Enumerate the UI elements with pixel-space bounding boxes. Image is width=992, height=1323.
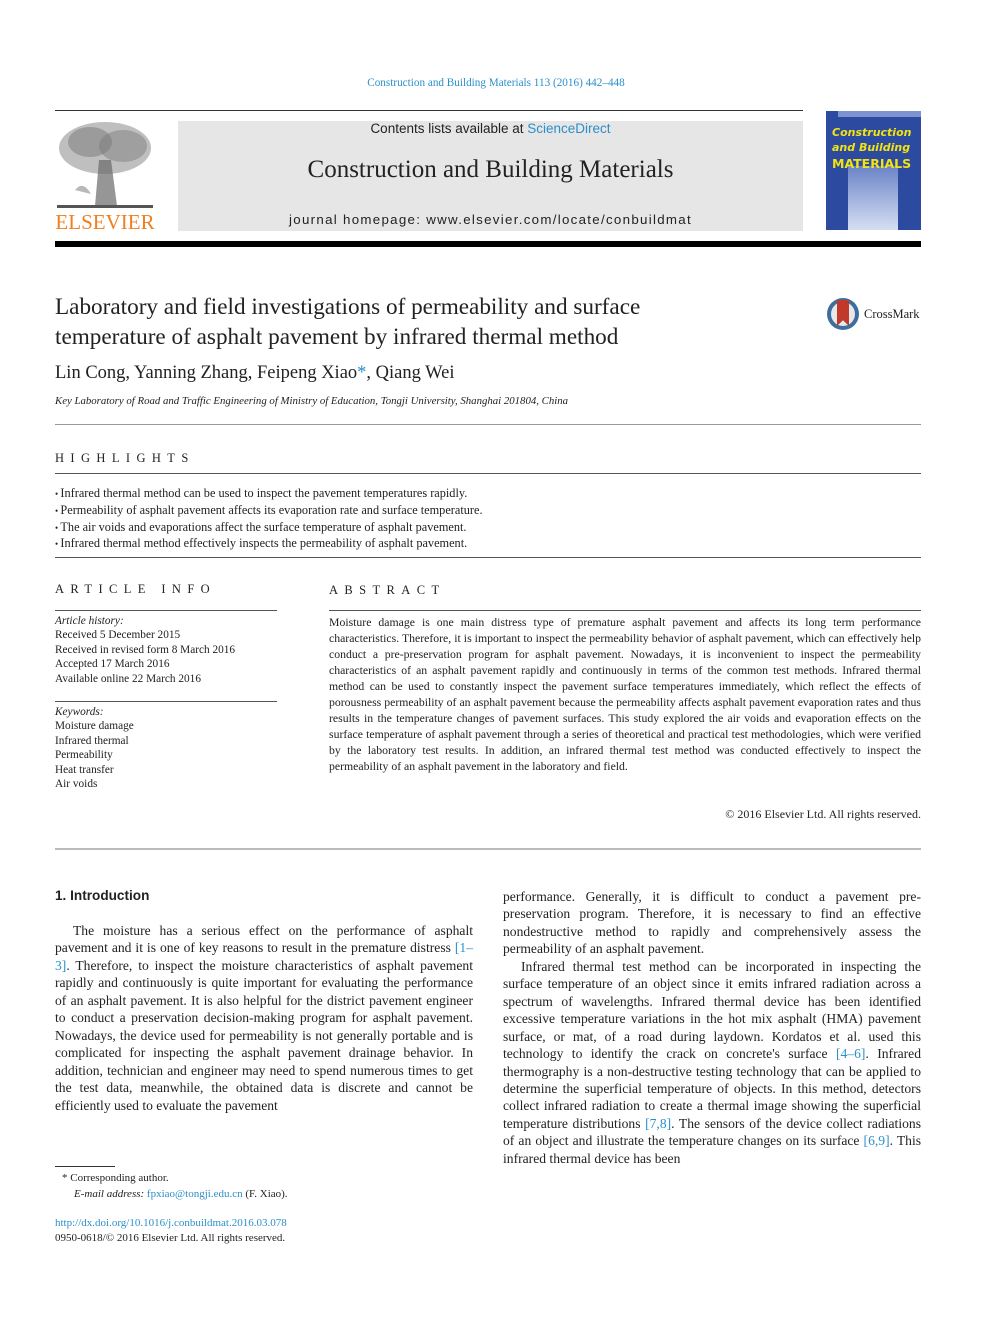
highlights-heading: HIGHLIGHTS bbox=[55, 451, 195, 465]
article-history-label: Article history: bbox=[55, 615, 124, 627]
journal-reference-link[interactable]: Construction and Building Materials 113 … bbox=[0, 77, 992, 89]
history-item: Received in revised form 8 March 2016 bbox=[55, 643, 236, 656]
cover-title-line3: MATERIALS bbox=[832, 156, 912, 171]
divider bbox=[55, 701, 277, 702]
doi-block: http://dx.doi.org/10.1016/j.conbuildmat.… bbox=[55, 1216, 287, 1246]
abstract-copyright: © 2016 Elsevier Ltd. All rights reserved… bbox=[725, 807, 921, 821]
crossmark-icon bbox=[827, 298, 859, 330]
authors-text: Lin Cong, Yanning Zhang, Feipeng Xiao bbox=[55, 363, 358, 383]
journal-homepage[interactable]: journal homepage: www.elsevier.com/locat… bbox=[178, 212, 803, 227]
citation-link[interactable]: [6,9] bbox=[864, 1133, 890, 1148]
email-suffix: (F. Xiao). bbox=[242, 1188, 288, 1200]
keyword-item[interactable]: Air voids bbox=[55, 777, 277, 791]
divider bbox=[55, 473, 921, 474]
text-run: . Therefore, to inspect the moisture cha… bbox=[55, 957, 473, 1113]
keyword-item[interactable]: Heat transfer bbox=[55, 763, 277, 777]
paper-title: Laboratory and field investigations of p… bbox=[55, 292, 775, 352]
section-heading-introduction: 1. Introduction bbox=[55, 888, 150, 903]
divider bbox=[55, 848, 921, 850]
footnote: * Corresponding author. E-mail address: … bbox=[62, 1170, 288, 1202]
citation-link[interactable]: [7,8] bbox=[645, 1116, 671, 1131]
journal-title: Construction and Building Materials bbox=[307, 156, 674, 183]
article-history: Article history: Received 5 December 201… bbox=[55, 614, 277, 686]
sciencedirect-link[interactable]: ScienceDirect bbox=[527, 121, 610, 136]
paragraph: performance. Generally, it is difficult … bbox=[503, 889, 921, 957]
paper-title-line2: temperature of asphalt pavement by infra… bbox=[55, 324, 619, 350]
keywords-label: Keywords: bbox=[55, 706, 104, 718]
divider bbox=[55, 610, 277, 611]
citation-link[interactable]: [4–6] bbox=[836, 1046, 865, 1061]
authors-text-tail: , Qiang Wei bbox=[366, 363, 455, 383]
issn-line: 0950-0618/© 2016 Elsevier Ltd. All right… bbox=[55, 1232, 286, 1244]
keyword-item[interactable]: Infrared thermal bbox=[55, 734, 277, 748]
cover-light-panel bbox=[848, 166, 898, 230]
author-list: Lin Cong, Yanning Zhang, Feipeng Xiao*, … bbox=[55, 363, 455, 384]
email-link[interactable]: fpxiao@tongji.edu.cn bbox=[147, 1188, 243, 1200]
contents-prefix: Contents lists available at bbox=[370, 121, 528, 136]
history-item: Available online 22 March 2016 bbox=[55, 672, 201, 685]
cover-strip bbox=[838, 111, 921, 117]
keywords: Keywords: Moisture damage Infrared therm… bbox=[55, 705, 277, 791]
divider bbox=[55, 424, 921, 425]
abstract-heading: ABSTRACT bbox=[329, 583, 446, 597]
divider bbox=[55, 557, 921, 558]
divider bbox=[329, 610, 921, 611]
doi-link[interactable]: http://dx.doi.org/10.1016/j.conbuildmat.… bbox=[55, 1216, 287, 1231]
body-column-right: performance. Generally, it is difficult … bbox=[503, 888, 921, 1167]
keyword-item[interactable]: Permeability bbox=[55, 748, 277, 762]
crossmark-label: CrossMark bbox=[864, 307, 920, 321]
header-thick-rule bbox=[55, 241, 921, 247]
article-info-heading: ARTICLE INFO bbox=[55, 582, 217, 596]
highlight-item: Permeability of asphalt pavement affects… bbox=[55, 503, 915, 520]
contents-line: Contents lists available at ScienceDirec… bbox=[178, 121, 803, 136]
text-run: The moisture has a serious effect on the… bbox=[55, 923, 473, 956]
header-top-rule bbox=[55, 110, 803, 111]
abstract-text: Moisture damage is one main distress typ… bbox=[329, 616, 921, 773]
paragraph: Infrared thermal test method can be inco… bbox=[503, 958, 921, 1167]
history-item: Received 5 December 2015 bbox=[55, 629, 181, 642]
tree-icon bbox=[57, 122, 153, 208]
email-line: E-mail address: fpxiao@tongji.edu.cn (F.… bbox=[62, 1186, 288, 1202]
history-item: Accepted 17 March 2016 bbox=[55, 658, 170, 671]
crossmark-button[interactable]: CrossMark bbox=[827, 298, 937, 334]
highlight-item: Infrared thermal method can be used to i… bbox=[55, 486, 915, 503]
highlights-list: Infrared thermal method can be used to i… bbox=[55, 486, 915, 553]
elsevier-logo-text[interactable]: ELSEVIER bbox=[55, 210, 155, 235]
highlight-item: Infrared thermal method effectively insp… bbox=[55, 536, 915, 553]
highlight-item: The air voids and evaporations affect th… bbox=[55, 520, 915, 537]
cover-title-line2: and Building bbox=[832, 141, 911, 154]
journal-cover-thumbnail[interactable]: Construction and Building MATERIALS bbox=[826, 111, 921, 230]
paper-title-line1: Laboratory and field investigations of p… bbox=[55, 294, 641, 320]
footnote-rule bbox=[55, 1166, 115, 1167]
cover-title-line1: Construction bbox=[832, 126, 912, 139]
paragraph: The moisture has a serious effect on the… bbox=[55, 922, 473, 1114]
body-column-left: The moisture has a serious effect on the… bbox=[55, 922, 473, 1114]
keyword-item[interactable]: Moisture damage bbox=[55, 719, 277, 733]
email-label: E-mail address: bbox=[74, 1188, 147, 1200]
corresponding-author-note: * Corresponding author. bbox=[62, 1172, 169, 1184]
affiliation: Key Laboratory of Road and Traffic Engin… bbox=[55, 395, 569, 407]
